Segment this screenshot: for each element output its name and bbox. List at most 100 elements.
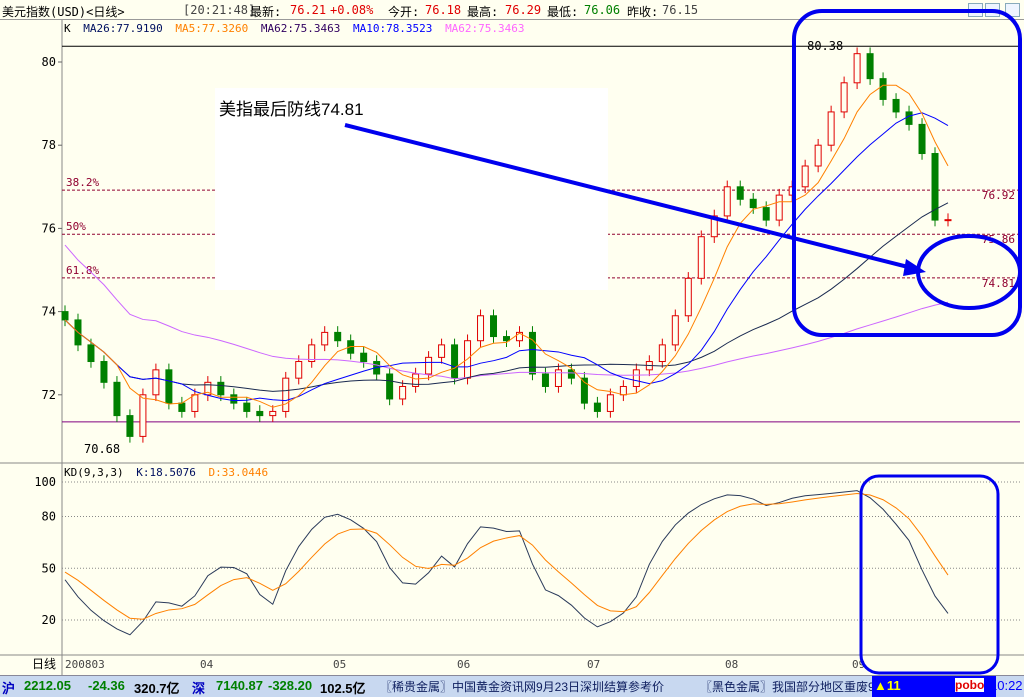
candle-body [386, 373, 394, 400]
kd-legend: KD(9,3,3) K:18.5076 D:33.0446 [64, 466, 274, 479]
annotation-box: 美指最后防线74.81 [215, 88, 608, 290]
candle-body [749, 198, 757, 209]
candle-body [606, 394, 614, 412]
alert-count[interactable]: ▲11 [872, 676, 952, 697]
price-axis-label: 76 [42, 221, 56, 235]
low-mark-label: 70.68 [84, 442, 120, 456]
kd-axis-label: 100 [34, 475, 56, 489]
candle-body [671, 315, 679, 346]
candle-body [931, 153, 939, 221]
candle-body [736, 186, 744, 200]
date-tick-label: 04 [200, 658, 214, 671]
candle-body [827, 111, 835, 146]
date-tick-label: 05 [333, 658, 346, 671]
candle-body [619, 385, 627, 396]
candle-body [944, 219, 952, 222]
fib-value: 75.86 [982, 233, 1015, 246]
candle-body [256, 410, 264, 417]
candle-body [230, 394, 238, 404]
news-ticker-1[interactable]: 〖稀贵金属〗中国黄金资讯网9月23日深圳结算参考价 [380, 678, 664, 695]
fib-value: 76.92 [982, 189, 1015, 202]
candle-body [165, 369, 173, 404]
candle-body [840, 82, 848, 113]
sh-label: 沪 [2, 681, 16, 696]
candle-body [905, 111, 913, 125]
kd-name: KD(9,3,3) [64, 466, 124, 479]
candle-body [178, 402, 186, 412]
candle-body [451, 344, 459, 379]
candle-body [788, 186, 796, 196]
fib-label: 38.2% [66, 176, 99, 189]
kd-d-value: D:33.0446 [208, 466, 269, 479]
candle-body [541, 373, 549, 387]
high-mark-label: 80.38 [807, 39, 843, 53]
date-axis-title: 日线 [32, 657, 56, 671]
candle-body [152, 369, 160, 396]
candle-body [477, 315, 485, 342]
sh-change: -24.36 [88, 678, 125, 693]
sz-index: 7140.87 [216, 678, 263, 693]
brand-logo: pobo [955, 678, 985, 692]
fib-value: 74.81 [982, 277, 1015, 290]
candle-body [684, 277, 692, 317]
candle-body [269, 410, 277, 417]
candle-body [503, 336, 510, 342]
candle-body [282, 377, 290, 412]
date-tick-label: 08 [725, 658, 738, 671]
candle-body [399, 385, 407, 400]
candle-body [87, 344, 95, 363]
candle-body [217, 381, 225, 396]
candle-body [490, 315, 498, 338]
clock: 10:22 [990, 678, 1023, 693]
candle-body [191, 394, 199, 412]
candle-body [762, 207, 770, 221]
candle-body [438, 344, 446, 358]
kd-axis-label: 20 [42, 613, 56, 627]
candle-body [360, 352, 368, 363]
price-axis-label: 72 [42, 388, 56, 402]
candle-body [879, 78, 887, 100]
candle-body [61, 311, 69, 321]
candle-body [334, 331, 342, 342]
candle-body [243, 402, 251, 412]
candle-body [710, 215, 718, 238]
candle-body [775, 194, 783, 221]
sh-volume: 320.7亿 [134, 681, 180, 696]
candle-body [113, 381, 121, 417]
candle-body [697, 236, 705, 279]
candle-body [814, 144, 822, 167]
candle-body [593, 402, 601, 412]
fib-label: 50% [66, 220, 86, 233]
candle-body [321, 331, 329, 346]
candle-body [126, 415, 134, 437]
price-axis-label: 80 [42, 55, 56, 69]
status-bar: 沪 2212.05 -24.36 320.7亿 深 7140.87 -328.2… [0, 675, 1024, 697]
sh-index: 2212.05 [24, 678, 71, 693]
sz-volume: 102.5亿 [320, 681, 366, 696]
candle-body [100, 361, 108, 383]
candle-body [295, 361, 303, 379]
candle-body [892, 98, 900, 113]
date-tick-label: 07 [587, 658, 600, 671]
news-ticker-2[interactable]: 〖黑色金属〗我国部分地区重废9 [700, 678, 875, 695]
candle-body [658, 344, 666, 363]
sz-change: -328.20 [268, 678, 313, 693]
date-tick-label: 06 [457, 658, 470, 671]
price-axis-label: 78 [42, 138, 56, 152]
sz-label: 深 [192, 681, 206, 696]
candle-body [632, 369, 640, 387]
kd-k-value: K:18.5076 [136, 466, 196, 479]
candle-body [918, 123, 926, 155]
kd-axis-label: 50 [42, 561, 56, 575]
kd-d-line [64, 493, 949, 620]
kd-k-line [64, 490, 949, 636]
candle-body [853, 53, 861, 84]
candle-body [866, 53, 874, 80]
kd-axis-label: 80 [42, 510, 56, 524]
price-axis-label: 74 [42, 305, 56, 319]
candle-body [425, 356, 433, 375]
candle-body [723, 186, 731, 217]
annotation-text: 美指最后防线74.81 [219, 100, 364, 119]
date-tick-label: 200803 [65, 658, 105, 671]
candle-body [801, 165, 809, 188]
